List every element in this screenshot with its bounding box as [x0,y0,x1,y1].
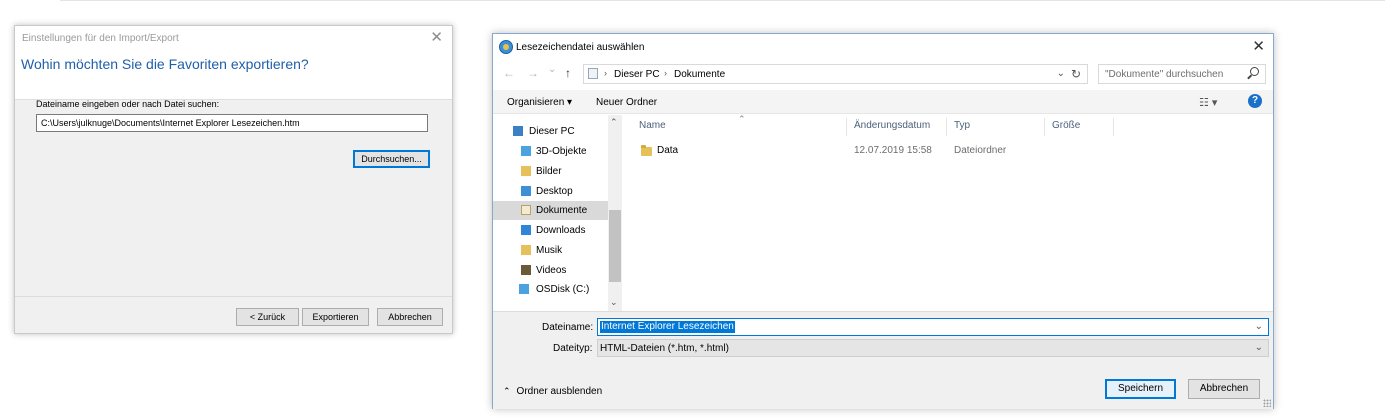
close-icon[interactable]: ✕ [430,29,443,47]
music-icon [521,245,531,255]
help-icon[interactable]: ? [1248,94,1262,108]
export-button[interactable]: Exportieren [302,308,369,326]
recent-locations-icon[interactable]: ⌄ [548,64,556,75]
column-header-date[interactable]: Änderungsdatum [854,120,930,131]
column-header-name[interactable]: Name [639,120,666,131]
up-arrow-icon[interactable]: ↑ [565,66,571,80]
chevron-down-icon[interactable]: ⌄ [1255,321,1263,332]
3d-objects-icon [521,146,531,156]
save-button[interactable]: Speichern [1105,379,1176,399]
chevron-up-icon: ⌃ [503,386,511,396]
nav-item-label: OSDisk (C:) [536,284,590,295]
breadcrumb-dieser-pc[interactable]: Dieser PC [614,69,660,80]
file-date: 12.07.2019 15:58 [854,145,932,156]
nav-item-dieser-pc[interactable]: Dieser PC [493,122,608,141]
column-divider[interactable] [1113,118,1114,136]
file-label: Dateiname eingeben oder nach Datei suche… [36,99,220,109]
search-input[interactable]: "Dokumente" durchsuchen [1098,64,1266,84]
nav-item-downloads[interactable]: Downloads [493,221,608,240]
export-settings-dialog: Einstellungen für den Import/Export ✕ Wo… [14,25,453,334]
forward-arrow-icon[interactable]: → [527,66,539,80]
search-icon[interactable] [1250,67,1259,76]
chevron-down-icon[interactable]: ⌄ [1057,68,1065,79]
scrollbar-thumb[interactable] [609,210,621,282]
footer-divider [15,296,452,297]
hide-folders-toggle[interactable]: ⌃ Ordner ausblenden [503,386,602,397]
browse-button[interactable]: Durchsuchen... [353,150,430,168]
documents-icon [521,205,531,215]
hide-folders-label: Ordner ausblenden [516,386,603,397]
nav-item-bilder[interactable]: Bilder [493,162,608,181]
chevron-right-icon[interactable]: › [664,68,667,78]
nav-item-dokumente[interactable]: Dokumente [493,201,608,220]
back-arrow-icon[interactable]: ← [503,66,515,80]
nav-item-label: Videos [536,265,567,276]
address-bar[interactable]: › Dieser PC › Dokumente ⌄ ↻ [583,64,1088,84]
nav-item-label: Downloads [536,225,586,236]
column-divider[interactable] [846,118,847,136]
pc-icon [513,126,523,136]
back-button[interactable]: < Zurück [236,308,299,326]
save-options-panel: Dateiname: Internet Explorer Lesezeichen… [493,311,1273,409]
nav-item-label: Dieser PC [529,126,575,137]
downloads-icon [521,225,531,235]
column-header-type[interactable]: Typ [954,120,970,131]
nav-item-label: Musik [536,245,563,256]
nav-item-musik[interactable]: Musik [493,241,608,260]
nav-item-label: 3D-Objekte [536,146,587,157]
resize-grip[interactable] [1263,399,1271,407]
filetype-select[interactable]: HTML-Dateien (*.htm, *.html) ⌄ [597,339,1269,357]
filename-value: Internet Explorer Lesezeichen [600,321,735,333]
folder-icon [641,145,652,156]
nav-item-3d-objekte[interactable]: 3D-Objekte [493,142,608,161]
dialog-heading: Wohin möchten Sie die Favoriten exportie… [21,56,309,72]
chevron-down-icon[interactable]: ⌄ [1255,342,1263,353]
scroll-up-icon[interactable]: ⌃ [610,117,618,128]
view-options-icon[interactable]: ☷ ▾ [1199,96,1217,109]
filename-input[interactable]: Internet Explorer Lesezeichen ⌄ [597,318,1269,336]
nav-item-label: Desktop [536,186,573,197]
dialog-title: Lesezeichendatei auswählen [516,42,645,53]
scroll-down-icon[interactable]: ⌄ [610,297,618,308]
filetype-value: HTML-Dateien (*.htm, *.html) [600,343,729,354]
nav-item-label: Bilder [536,166,562,177]
filetype-label: Dateityp: [553,343,593,354]
navigation-pane: Dieser PC 3D-Objekte Bilder Desktop Doku… [493,115,621,311]
toolbar: Organisieren ▾ Neuer Ordner ☷ ▾ ? [493,90,1273,114]
navigation-scrollbar[interactable]: ⌃ ⌄ [608,115,622,311]
file-path-input[interactable]: C:\Users\julknuge\Documents\Internet Exp… [36,114,428,132]
location-icon [588,68,598,79]
file-type: Dateiordner [954,145,1007,156]
nav-item-videos[interactable]: Videos [493,261,608,280]
filename-label: Dateiname: [542,322,594,333]
pictures-icon [521,166,531,176]
column-divider[interactable] [1044,118,1045,136]
desktop-icon [521,186,531,196]
file-name[interactable]: Data [657,145,678,156]
cancel-button[interactable]: Abbrechen [377,308,443,326]
cancel-button[interactable]: Abbrechen [1188,379,1260,399]
select-bookmark-file-dialog: Lesezeichendatei auswählen ✕ ← → ⌄ ↑ › D… [492,33,1274,409]
dialog-title: Einstellungen für den Import/Export [22,33,179,44]
videos-icon [521,265,531,275]
nav-item-desktop[interactable]: Desktop [493,182,608,201]
column-header-size[interactable]: Größe [1052,120,1080,131]
page-top-border [60,0,1385,1]
dialog-header: Wohin möchten Sie die Favoriten exportie… [15,52,452,100]
close-icon[interactable]: ✕ [1252,39,1265,55]
nav-item-label: Dokumente [536,205,588,216]
organize-button[interactable]: Organisieren ▾ [507,97,572,108]
drive-icon [519,284,529,294]
title-bar: Einstellungen für den Import/Export ✕ [15,26,452,52]
column-divider[interactable] [946,118,947,136]
chevron-right-icon[interactable]: › [604,68,607,78]
internet-explorer-icon [499,40,513,54]
new-folder-button[interactable]: Neuer Ordner [596,97,657,108]
sort-indicator-icon: ⌃ [738,114,746,124]
breadcrumb-dokumente[interactable]: Dokumente [674,69,725,80]
refresh-icon[interactable]: ↻ [1071,67,1081,81]
nav-item-osdisk[interactable]: OSDisk (C:) [493,280,608,299]
search-placeholder: "Dokumente" durchsuchen [1105,69,1224,80]
